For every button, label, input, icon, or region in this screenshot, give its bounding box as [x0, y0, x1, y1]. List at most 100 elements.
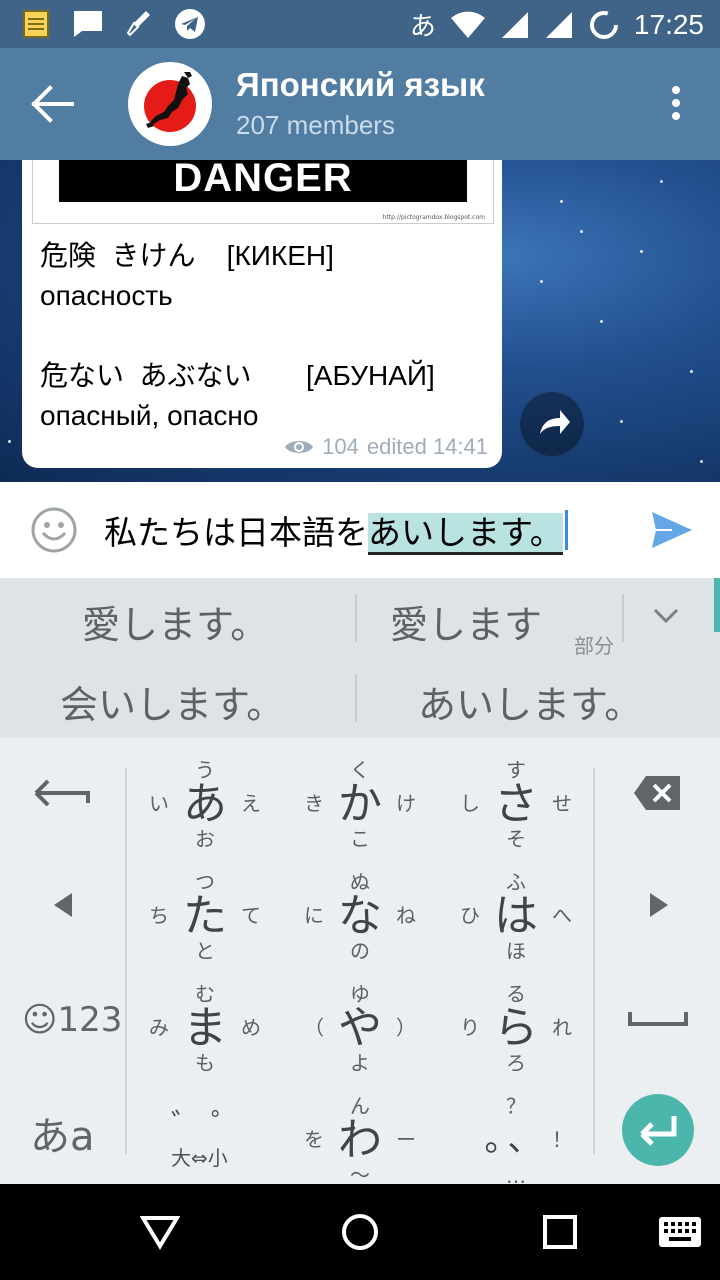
- candidate-4[interactable]: あいします。: [418, 674, 642, 729]
- candidate-2[interactable]: 愛します: [390, 594, 542, 649]
- flick-right: ね: [396, 903, 416, 928]
- view-count: 104: [322, 434, 359, 459]
- candidate-1[interactable]: 愛します。: [82, 594, 268, 649]
- flick-right: ）: [396, 1015, 416, 1040]
- message-input-bar: 私たちは日本語をあいします。: [0, 482, 720, 578]
- signal-icon: [545, 11, 572, 38]
- chat-area: DANGER http://pictogramdox.blogspot.com …: [0, 160, 720, 482]
- key-ra-row[interactable]: る り ら れ ろ: [438, 970, 594, 1082]
- more-menu-icon[interactable]: [668, 86, 684, 126]
- key-sa-row[interactable]: す し さ せ そ: [438, 746, 594, 858]
- chat-header: Японский язык 207 members: [0, 48, 720, 160]
- message-bubble[interactable]: DANGER http://pictogramdox.blogspot.com …: [22, 160, 502, 468]
- enter-arrow-icon: [640, 1116, 677, 1146]
- edited-time: edited 14:41: [366, 434, 488, 459]
- flick-left: き: [304, 791, 324, 816]
- key-main: か: [338, 778, 382, 830]
- divider: [622, 594, 624, 642]
- flick-down: と: [195, 939, 215, 963]
- flick-down: の: [350, 939, 370, 963]
- key-main: は: [494, 890, 538, 942]
- message-meta: 104 edited 14:41: [284, 434, 488, 460]
- flick-down: ほ: [506, 939, 526, 963]
- signal-icon: [501, 11, 528, 38]
- back-arrow-icon[interactable]: [30, 82, 80, 126]
- ime-indicator: あ: [409, 12, 436, 42]
- message-image[interactable]: DANGER http://pictogramdox.blogspot.com: [32, 160, 494, 224]
- scroll-indicator: [714, 578, 720, 632]
- key-ta-row[interactable]: つ ち た て と: [127, 858, 283, 970]
- composing-text: あいします。: [368, 513, 563, 555]
- flick-down: お: [195, 827, 215, 851]
- key-main: あ: [183, 778, 227, 830]
- message-text: 危険 きけん [КИКЕН] опасность 危ない あぶない [АБУНА…: [40, 240, 435, 431]
- chat-title[interactable]: Японский язык: [236, 66, 485, 104]
- divider: [355, 674, 357, 722]
- key-main: な: [338, 890, 382, 942]
- avatar[interactable]: [128, 62, 212, 146]
- flick-right: め: [241, 1015, 261, 1040]
- dakuten-sub: 大⇔小: [171, 1146, 228, 1170]
- chevron-down-icon[interactable]: [652, 606, 680, 626]
- recents-nav-icon[interactable]: [542, 1214, 578, 1250]
- key-main: ら: [494, 1002, 538, 1054]
- flick-left: を: [304, 1127, 324, 1152]
- input-mode-key[interactable]: あa: [30, 1104, 95, 1162]
- backspace-icon[interactable]: [632, 774, 682, 812]
- danger-sign: DANGER: [59, 160, 467, 202]
- send-icon[interactable]: [650, 508, 694, 552]
- candidate-3[interactable]: 会いします。: [60, 674, 284, 729]
- message-input[interactable]: 私たちは日本語をあいします。: [104, 506, 568, 555]
- key-a-row[interactable]: う い あ え お: [127, 746, 283, 858]
- share-button[interactable]: [520, 392, 584, 456]
- key-main: ま: [183, 1002, 227, 1054]
- dakuten-label: ゛゜: [171, 1108, 251, 1143]
- dakuten-key[interactable]: ゛゜ 大⇔小: [127, 1082, 283, 1194]
- space-icon[interactable]: [628, 1008, 688, 1028]
- key-ma-row[interactable]: む み ま め も: [127, 970, 283, 1082]
- flick-left: い: [149, 791, 169, 816]
- emoji-number-key[interactable]: ☺123: [22, 1000, 122, 1040]
- key-na-row[interactable]: ぬ に な ね の: [282, 858, 438, 970]
- flick-left: ち: [149, 903, 169, 928]
- key-main: た: [183, 890, 227, 942]
- key-main: さ: [494, 778, 538, 830]
- candidate-2-partial: 部分: [574, 634, 614, 658]
- key-ya-row[interactable]: ゆ （ や ） よ: [282, 970, 438, 1082]
- key-ha-row[interactable]: ふ ひ は へ ほ: [438, 858, 594, 970]
- flick-right: せ: [552, 791, 572, 816]
- cursor-left-icon[interactable]: [52, 892, 74, 918]
- cursor-right-icon[interactable]: [648, 892, 670, 918]
- candidate-bar: 愛します。 愛します 部分 会いします。 あいします。: [0, 578, 720, 738]
- emoji-icon[interactable]: [30, 506, 78, 554]
- notes-icon: [23, 10, 49, 38]
- keyboard-switch-icon[interactable]: [658, 1216, 702, 1248]
- flick-right: ー: [396, 1127, 416, 1152]
- navigation-bar: [0, 1184, 720, 1280]
- flick-right: け: [396, 791, 416, 816]
- key-ka-row[interactable]: く き か け こ: [282, 746, 438, 858]
- flick-right: て: [241, 903, 261, 928]
- message-icon: [74, 11, 102, 37]
- enter-button[interactable]: [622, 1094, 694, 1166]
- back-nav-icon[interactable]: [140, 1214, 180, 1250]
- flick-down: ろ: [506, 1051, 526, 1075]
- flick-left: り: [460, 1015, 480, 1040]
- telegram-icon: [175, 9, 205, 39]
- dropper-icon: [126, 11, 150, 37]
- home-nav-icon[interactable]: [340, 1212, 380, 1252]
- key-wa-row[interactable]: ん を わ ー 〜: [282, 1082, 438, 1194]
- status-bar: あ 17:25: [0, 0, 720, 48]
- key-main: わ: [338, 1114, 382, 1166]
- image-credit: http://pictogramdox.blogspot.com: [382, 214, 485, 221]
- flick-left: ひ: [460, 903, 480, 928]
- flick-left: し: [460, 791, 480, 816]
- key-main: や: [338, 1002, 382, 1054]
- flick-down: よ: [350, 1051, 370, 1075]
- flick-down: そ: [506, 827, 526, 851]
- share-arrow-icon: [540, 410, 570, 434]
- punctuation-key[interactable]: ？ 。、 ！ …: [438, 1082, 594, 1194]
- undo-arrow-icon[interactable]: [34, 778, 92, 808]
- clock: 17:25: [633, 8, 704, 40]
- japan-map-icon: [130, 64, 210, 144]
